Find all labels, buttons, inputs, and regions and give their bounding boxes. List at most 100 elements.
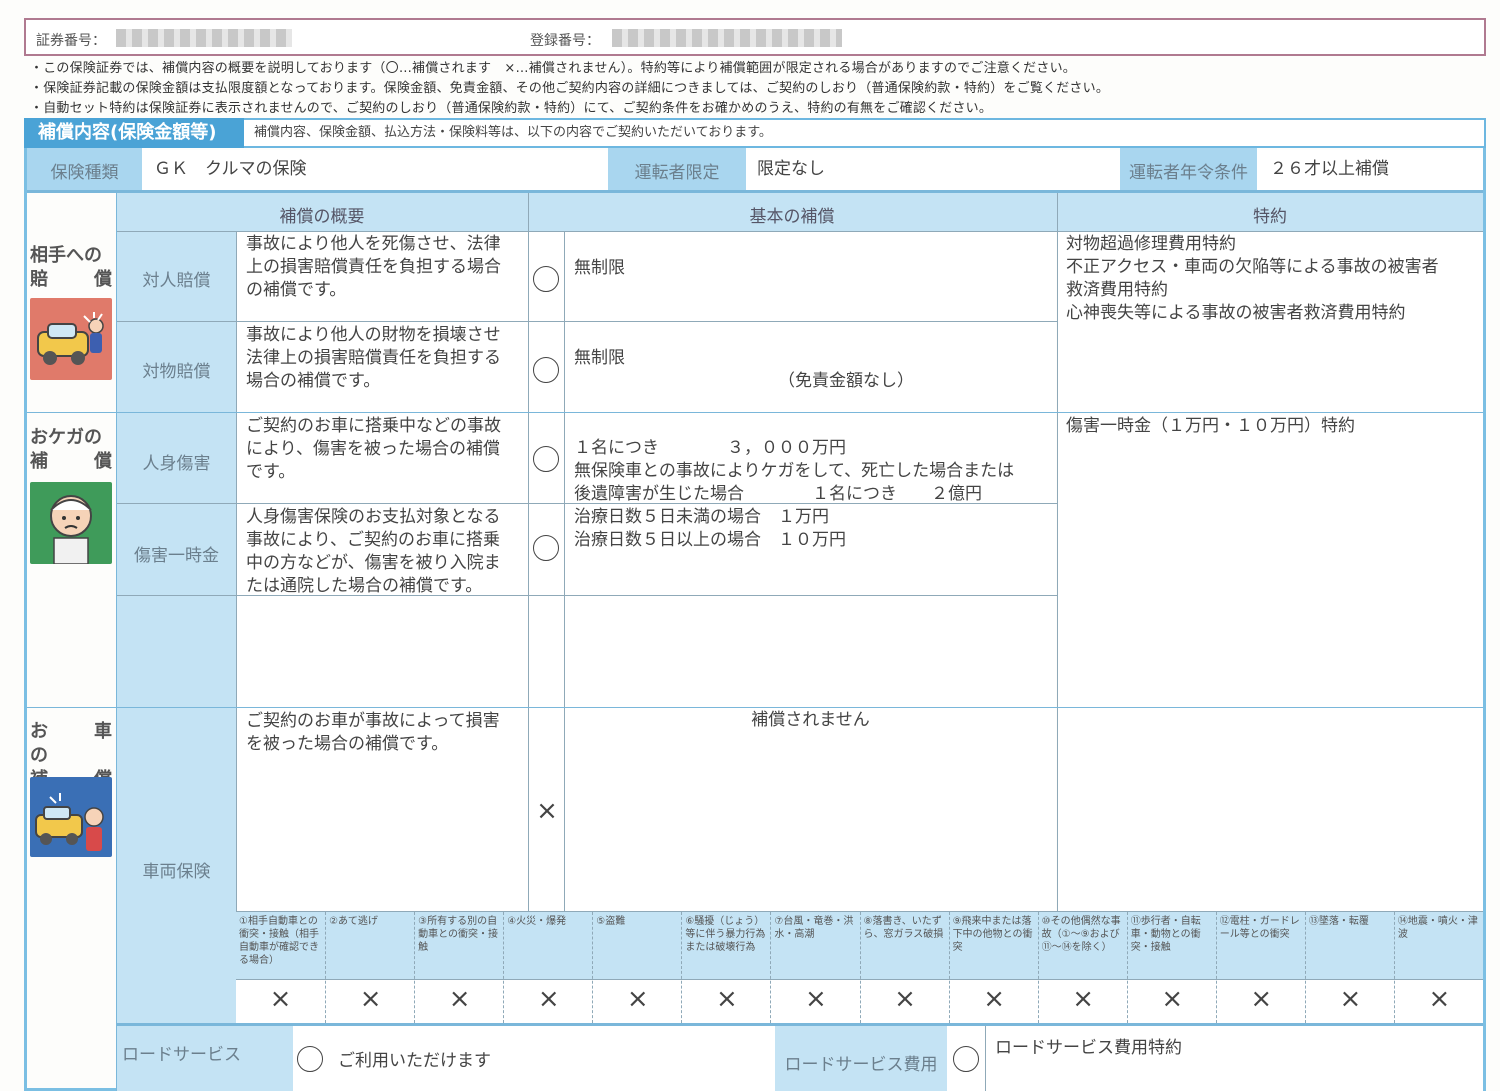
rule-v4	[1057, 193, 1058, 911]
special-opponent-4: 心神喪失等による事故の被害者救済費用特約	[1066, 303, 1406, 323]
vehicle-category-col: ⑦台風・竜巻・洪水・高潮 ×	[770, 912, 859, 1023]
row-desc-lumpsum-l2: 事故により、ご契約のお車に搭乗	[246, 530, 500, 550]
row-desc-personal-l2: により、傷害を被った場合の補償	[246, 439, 500, 459]
certificate-number-label: 証券番号：	[36, 33, 106, 49]
car-accident-illustration	[30, 298, 112, 380]
rule-h1	[117, 231, 1483, 232]
vehicle-category-grid: ①相手自動車との衝突・接触（相手自動車が確認できる場合） × ②あて逃げ × ③所有する…	[236, 912, 1483, 1023]
row-desc-bodily-l1: 事故により他人を死傷させ、法律	[246, 234, 501, 254]
vehicle-category-not-covered-mark: ×	[983, 984, 1005, 1014]
special-opponent-2: 不正アクセス・車両の欠陥等による事故の被害者	[1066, 257, 1439, 277]
registration-number-label: 登録番号：	[530, 33, 600, 49]
vehicle-category-not-covered-mark: ×	[715, 984, 738, 1014]
vehicle-category-not-covered-mark: ×	[805, 984, 827, 1014]
note-line-2: ・保険証券記載の保険金額は支払限度額となっております。保険金額、免責金額、その他…	[30, 81, 1110, 96]
row-label-lumpsum: 傷害一時金	[134, 546, 219, 566]
vehicle-category-label: ⑧落書き、いたずら、窓ガラス破損	[863, 916, 944, 940]
basic-property-note: （免責金額なし）	[778, 371, 914, 391]
basic-personal-l1: １名につき ３，０００万円	[574, 438, 846, 458]
basic-column	[528, 231, 1056, 911]
basic-bodily: 無制限	[574, 258, 625, 278]
vehicle-category-not-covered-mark: ×	[1161, 984, 1184, 1014]
basic-lumpsum-l2: 治療日数５日以上の場合 １０万円	[574, 530, 846, 550]
vehicle-category-col: ⑤盗難 ×	[592, 912, 681, 1023]
vehicle-category-not-covered-mark: ×	[269, 984, 292, 1014]
category-injury-line1: おケガの	[30, 427, 102, 448]
category-vehicle-line1: お 車 の	[30, 721, 130, 766]
vehicle-category-not-covered-mark: ×	[1072, 984, 1095, 1014]
vehicle-category-label: ⑬墜落・転覆	[1308, 916, 1369, 927]
vehicle-category-label: ③所有する別の自動車との衝突・接触	[418, 916, 499, 953]
special-column	[1057, 231, 1483, 911]
section-description: 補償内容、保険金額、払込方法・保険料等は、以下の内容でご契約いただいております。	[244, 118, 1486, 148]
row-desc-lumpsum: 人身傷害保険のお支払対象となる 事故により、ご契約のお車に搭乗 中の方などが、傷…	[246, 506, 526, 598]
covered-mark-road-service-fee	[953, 1046, 979, 1072]
certificate-number-redacted	[116, 29, 292, 47]
vehicle-category-label: ⑥騒擾（じょう）等に伴う暴力行為または破壊行為	[685, 916, 766, 953]
row-desc-personal: ご契約のお車に搭乗中などの事故 により、傷害を被った場合の補償 です。	[246, 415, 526, 484]
vehicle-category-not-covered-mark: ×	[537, 984, 560, 1014]
vehicle-category-label: ⑫電柱・ガードレール等との衝突	[1219, 916, 1300, 940]
special-opponent-3: 救済費用特約	[1066, 280, 1168, 300]
driver-limit-label: 運転者限定	[634, 163, 720, 183]
vehicle-category-not-covered-mark: ×	[894, 984, 916, 1014]
vehicle-category-not-covered-mark: ×	[359, 984, 382, 1014]
rule-v5	[985, 1026, 986, 1091]
vehicle-category-not-covered-mark: ×	[1339, 984, 1362, 1014]
row-desc-vehicle: ご契約のお車が事故によって損害 を被った場合の補償です。	[246, 710, 526, 756]
basic-property: 無制限	[574, 348, 625, 368]
section-title: 補償内容(保険金額等)	[24, 118, 244, 148]
vehicle-category-col: ⑬墜落・転覆 ×	[1304, 912, 1394, 1023]
covered-mark-personal	[533, 446, 559, 472]
row-desc-lumpsum-l3: 中の方などが、傷害を被り入院ま	[246, 553, 501, 573]
category-injury-line2: 補 償	[30, 451, 112, 472]
driver-limit-value: 限定なし	[757, 159, 825, 179]
row-desc-vehicle-l2: を被った場合の補償です。	[246, 734, 449, 754]
row-desc-property-l3: 場合の補償です。	[246, 371, 381, 391]
special-opponent-1: 対物超過修理費用特約	[1066, 234, 1236, 254]
road-service-fee-value: ロードサービス費用特約	[995, 1038, 1182, 1058]
covered-mark-bodily	[533, 266, 559, 292]
column-header-special: 特約	[1253, 207, 1287, 227]
vehicle-category-col: ⑪歩行者・自転車・動物との衝突・接触 ×	[1126, 912, 1216, 1023]
row-label-bodily: 対人賠償	[142, 271, 211, 291]
vehicle-category-col: ⑭地震・噴火・津波 ×	[1393, 912, 1483, 1023]
rule-v2	[528, 193, 529, 911]
age-condition-value: ２６才以上補償	[1270, 159, 1389, 179]
special-opponent: 対物超過修理費用特約 不正アクセス・車両の欠陥等による事故の被害者 救済費用特約…	[1066, 233, 1478, 325]
rule-h2	[117, 321, 1057, 322]
vehicle-category-col: ⑩その他偶然な事故（①～⑨および⑪～⑭を除く） ×	[1037, 912, 1127, 1023]
injured-person-illustration	[30, 482, 112, 565]
column-header-basic: 基本の補償	[749, 207, 835, 227]
vehicle-category-label: ⑩その他偶然な事故（①～⑨および⑪～⑭を除く）	[1041, 916, 1121, 953]
insurance-type-value: ＧＫ クルマの保険	[154, 159, 307, 179]
registration-number-redacted	[612, 29, 842, 47]
note-line-1: ・この保険証券では、補償内容の概要を説明しております（〇…補償されます ×…補償…	[30, 61, 1076, 76]
rule-v1	[236, 231, 237, 911]
vehicle-category-col: ④火災・爆発 ×	[503, 912, 592, 1023]
vehicle-category-label: ①相手自動車との衝突・接触（相手自動車が確認できる場合）	[239, 916, 319, 966]
policy-id-box: 証券番号： 登録番号：	[24, 18, 1486, 56]
vehicle-category-label: ⑦台風・竜巻・洪水・高潮	[774, 916, 854, 940]
road-service-fee-label: ロードサービス費用	[784, 1055, 938, 1075]
category-opponent-line2: 賠 償	[30, 269, 112, 290]
row-desc-property-l1: 事故により他人の財物を損壊させ	[246, 325, 501, 345]
covered-mark-property	[533, 357, 559, 383]
row-desc-bodily: 事故により他人を死傷させ、法律 上の損害賠償責任を負担する場合 の補償です。	[246, 233, 526, 302]
basic-personal-l3: 後遺障害が生じた場合 １名につき ２億円	[574, 484, 982, 504]
basic-personal-l2: 無保険車との事故によりケガをして、死亡した場合または	[574, 461, 1015, 481]
column-header-overview: 補償の概要	[279, 207, 365, 227]
row-desc-bodily-l3: の補償です。	[246, 280, 347, 300]
category-injury: おケガの 補 償	[30, 426, 112, 474]
basic-lumpsum-l1: 治療日数５日未満の場合 １万円	[574, 507, 829, 527]
vehicle-category-label: ②あて逃げ	[329, 916, 378, 927]
road-service-value: ご利用いただけます	[338, 1051, 491, 1071]
row-desc-vehicle-l1: ご契約のお車が事故によって損害	[246, 711, 500, 731]
not-covered-mark-vehicle: ×	[536, 796, 558, 826]
vehicle-category-col: ⑥騒擾（じょう）等に伴う暴力行為または破壊行為 ×	[681, 912, 770, 1023]
row-label-column	[117, 231, 236, 1023]
age-condition-label: 運転者年令条件	[1129, 163, 1248, 183]
vehicle-category-not-covered-mark: ×	[1250, 984, 1273, 1014]
category-opponent: 相手への 賠 償	[30, 244, 112, 292]
vehicle-category-label: ⑨飛来中または落下中の他物との衝突	[952, 916, 1033, 953]
